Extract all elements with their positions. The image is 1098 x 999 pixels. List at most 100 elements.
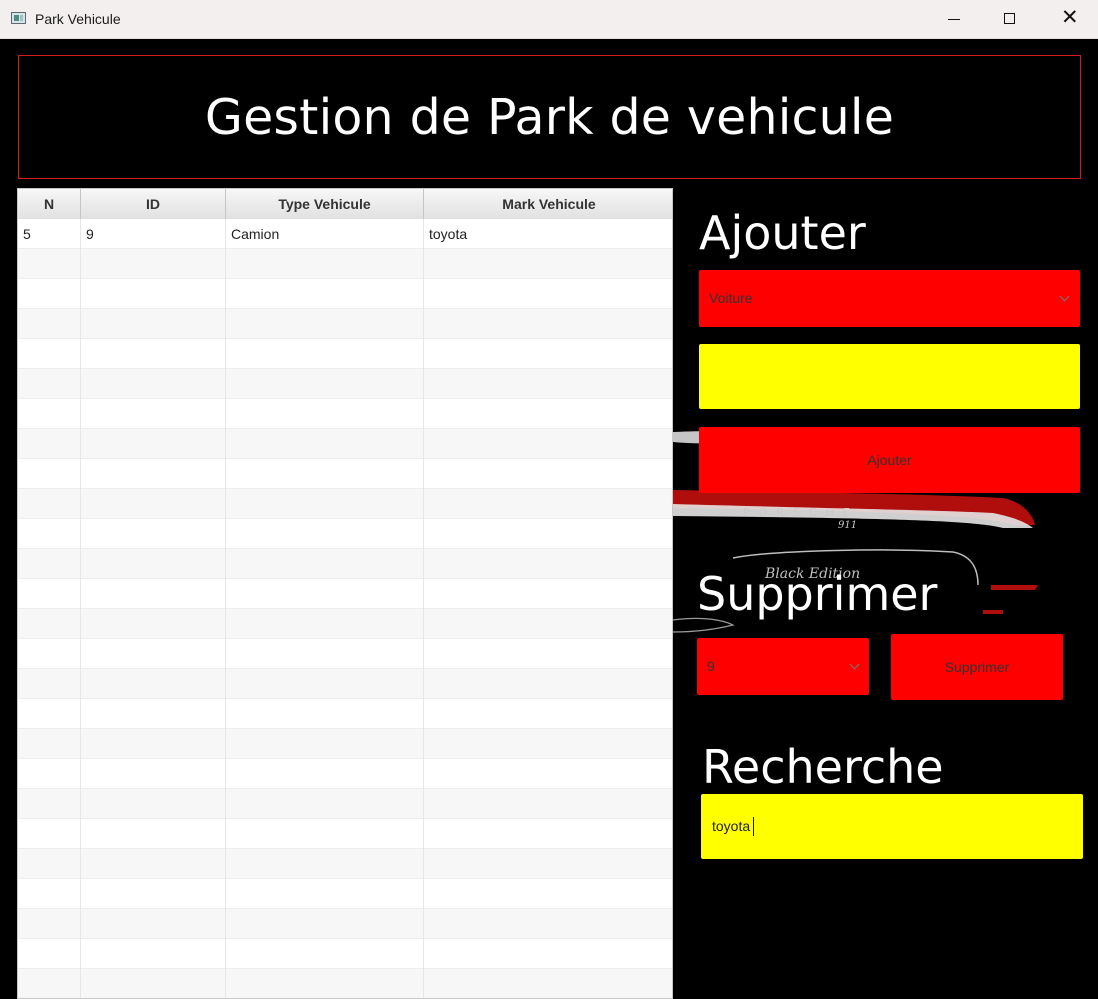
close-button[interactable]: ✕ [1040, 0, 1098, 38]
table-row[interactable] [18, 579, 672, 609]
table-row[interactable] [18, 429, 672, 459]
ajouter-button[interactable]: Ajouter [699, 427, 1080, 493]
car-badge-text: PORSCHE [743, 506, 859, 519]
table-cell [81, 699, 226, 729]
column-header-mark[interactable]: Mark Vehicule [424, 189, 672, 219]
table-cell [424, 279, 672, 309]
table-cell [424, 459, 672, 489]
table-cell [18, 819, 81, 849]
table-cell [424, 489, 672, 519]
table-cell [18, 549, 81, 579]
table-row[interactable] [18, 669, 672, 699]
table-row[interactable] [18, 699, 672, 729]
table-row[interactable] [18, 639, 672, 669]
table-cell [226, 879, 424, 909]
table-cell [18, 579, 81, 609]
table-cell [424, 849, 672, 879]
table-row[interactable] [18, 759, 672, 789]
maximize-button[interactable] [980, 0, 1040, 38]
table-cell [81, 249, 226, 279]
vehicle-type-value: Voiture [709, 290, 753, 306]
table-cell [226, 369, 424, 399]
window-title: Park Vehicule [35, 11, 121, 27]
table-cell [18, 879, 81, 909]
table-row[interactable] [18, 819, 672, 849]
table-row[interactable] [18, 939, 672, 969]
table-row[interactable] [18, 399, 672, 429]
table-cell [18, 429, 81, 459]
table-cell: Camion [226, 219, 424, 249]
column-header-id[interactable]: ID [81, 189, 226, 219]
table-row[interactable] [18, 249, 672, 279]
chevron-down-icon [1059, 291, 1070, 302]
table-row[interactable] [18, 339, 672, 369]
table-body: 5 9 Camion toyota [18, 219, 672, 998]
table-cell [226, 609, 424, 639]
table-cell [226, 819, 424, 849]
table-cell [226, 519, 424, 549]
table-row[interactable] [18, 549, 672, 579]
table-cell [18, 249, 81, 279]
column-header-n[interactable]: N [18, 189, 81, 219]
page-title: Gestion de Park de vehicule [204, 88, 895, 146]
table-cell [226, 489, 424, 519]
table-row[interactable] [18, 459, 672, 489]
vehicle-type-select[interactable]: Voiture [699, 270, 1080, 327]
table-cell [226, 459, 424, 489]
table-cell [81, 639, 226, 669]
vehicle-table[interactable]: N ID Type Vehicule Mark Vehicule 5 9 Camio… [17, 188, 673, 999]
table-cell [226, 849, 424, 879]
column-header-type[interactable]: Type Vehicule [226, 189, 424, 219]
maximize-icon [1004, 13, 1015, 24]
table-row[interactable] [18, 849, 672, 879]
ajouter-heading: Ajouter [699, 206, 866, 260]
table-cell [18, 339, 81, 369]
vehicle-mark-input[interactable] [699, 344, 1080, 409]
table-cell [18, 369, 81, 399]
table-cell [226, 909, 424, 939]
table-cell [81, 549, 226, 579]
table-cell [226, 699, 424, 729]
table-cell [81, 909, 226, 939]
search-input-value: toyota [712, 818, 751, 834]
supprimer-button[interactable]: Supprimer [891, 634, 1063, 700]
table-cell [226, 249, 424, 279]
table-row[interactable] [18, 369, 672, 399]
table-row[interactable] [18, 729, 672, 759]
table-row[interactable] [18, 909, 672, 939]
table-row[interactable] [18, 489, 672, 519]
vehicle-id-value: 9 [707, 658, 715, 674]
table-cell [226, 429, 424, 459]
table-cell: toyota [429, 226, 468, 242]
table-cell [226, 309, 424, 339]
table-cell [18, 609, 81, 639]
table-cell [18, 909, 81, 939]
table-cell [424, 669, 672, 699]
table-cell [424, 429, 672, 459]
table-cell [18, 729, 81, 759]
table-cell [424, 699, 672, 729]
table-cell [424, 609, 672, 639]
table-row[interactable] [18, 279, 672, 309]
table-row[interactable] [18, 519, 672, 549]
table-cell [81, 579, 226, 609]
table-row[interactable] [18, 879, 672, 909]
table-cell [81, 519, 226, 549]
table-cell [424, 549, 672, 579]
table-cell [81, 969, 226, 998]
table-cell [424, 579, 672, 609]
table-cell [424, 969, 672, 998]
vehicle-id-select[interactable]: 9 [697, 638, 869, 695]
table-row[interactable]: 5 9 Camion toyota [18, 219, 672, 249]
table-row[interactable] [18, 969, 672, 998]
minimize-button[interactable] [924, 0, 984, 38]
table-row[interactable] [18, 609, 672, 639]
table-cell [18, 849, 81, 879]
search-input[interactable]: toyota [701, 794, 1083, 859]
table-cell [18, 519, 81, 549]
table-row[interactable] [18, 789, 672, 819]
table-row[interactable] [18, 309, 672, 339]
table-cell [424, 399, 672, 429]
recherche-heading: Recherche [702, 740, 944, 794]
car-model-text: 911 [838, 520, 857, 531]
